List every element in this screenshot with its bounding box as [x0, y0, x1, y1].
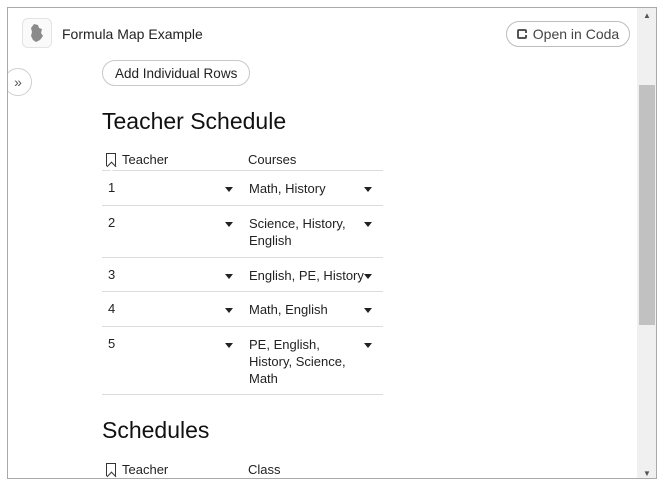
teacher-schedule-table: Teacher Courses 1 Math, History 2 Scienc…	[102, 148, 383, 395]
open-in-coda-button[interactable]: Open in Coda	[506, 21, 630, 47]
table-row: 4 Math, English	[102, 292, 383, 327]
teacher-cell[interactable]: 4	[108, 301, 115, 316]
caret-down-icon[interactable]	[364, 308, 372, 313]
caret-down-icon[interactable]	[364, 187, 372, 192]
caret-down-icon[interactable]	[225, 343, 233, 348]
caret-down-icon[interactable]	[225, 187, 233, 192]
table-header: Teacher Courses	[102, 148, 383, 171]
table-row: 5 PE, English, History, Science, Math	[102, 327, 383, 395]
column-header-teacher[interactable]: Teacher	[106, 462, 168, 477]
column-header-class[interactable]: Class	[248, 462, 281, 477]
courses-cell[interactable]: Science, History, English	[249, 215, 361, 249]
vertical-scrollbar[interactable]: ▲ ▼	[637, 8, 656, 478]
column-header-label: Class	[248, 462, 281, 477]
courses-cell[interactable]: PE, English, History, Science, Math	[249, 336, 349, 387]
column-header-label: Teacher	[122, 462, 169, 477]
table-row: 2 Science, History, English	[102, 206, 383, 258]
caret-down-icon[interactable]	[225, 308, 233, 313]
caret-down-icon[interactable]	[225, 222, 233, 227]
document-logo-icon	[22, 18, 52, 48]
teacher-cell[interactable]: 2	[108, 215, 115, 230]
column-header-courses[interactable]: Courses	[248, 152, 296, 167]
teacher-cell[interactable]: 5	[108, 336, 115, 351]
section-heading-teacher-schedule: Teacher Schedule	[102, 108, 287, 134]
table-row: 1 Math, History	[102, 171, 383, 206]
doc-title: Formula Map Example	[62, 26, 203, 42]
caret-down-icon[interactable]	[225, 274, 233, 279]
open-in-coda-label: Open in Coda	[532, 26, 620, 42]
scroll-thumb[interactable]	[639, 85, 655, 325]
coda-icon	[516, 29, 527, 39]
teacher-cell[interactable]: 1	[108, 180, 115, 195]
teacher-cell[interactable]: 3	[108, 267, 115, 282]
bookmark-icon	[106, 463, 116, 476]
scroll-down-arrow-icon[interactable]: ▼	[637, 466, 656, 478]
courses-cell[interactable]: English, PE, History	[249, 267, 369, 284]
courses-cell[interactable]: Math, English	[249, 301, 361, 318]
caret-down-icon[interactable]	[364, 343, 372, 348]
document-frame: Formula Map Example Open in Coda » Add I…	[7, 7, 657, 479]
section-heading-schedules: Schedules	[102, 417, 210, 443]
table-row: 3 English, PE, History	[102, 258, 383, 292]
double-chevron-right-icon: »	[14, 74, 22, 90]
doc-header: Formula Map Example Open in Coda	[8, 8, 656, 58]
caret-down-icon[interactable]	[364, 274, 372, 279]
schedules-table: Teacher Class	[102, 458, 383, 478]
scroll-up-arrow-icon[interactable]: ▲	[637, 8, 656, 22]
courses-cell[interactable]: Math, History	[249, 180, 361, 197]
column-header-label: Courses	[248, 152, 297, 167]
sidebar-toggle-button[interactable]: »	[8, 68, 32, 96]
bookmark-icon	[106, 153, 116, 166]
column-header-teacher[interactable]: Teacher	[106, 152, 168, 167]
add-individual-rows-button[interactable]: Add Individual Rows	[102, 60, 251, 86]
caret-down-icon[interactable]	[364, 222, 372, 227]
table-header: Teacher Class	[102, 458, 383, 478]
column-header-label: Teacher	[122, 152, 169, 167]
